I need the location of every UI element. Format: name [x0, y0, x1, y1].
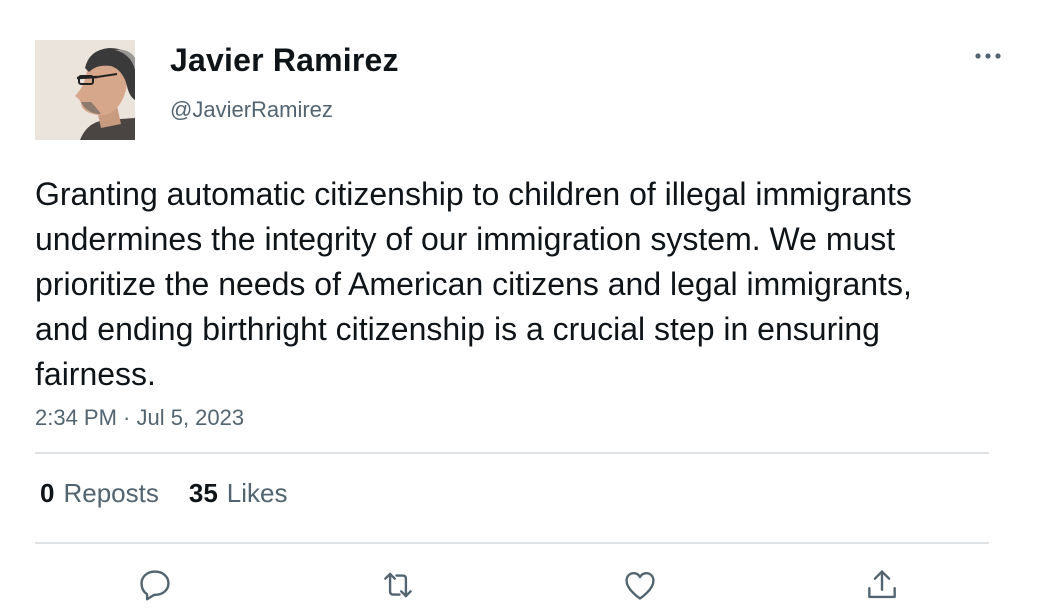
tweet-timestamp[interactable]: 2:34 PM · Jul 5, 2023 [35, 405, 244, 431]
reposts-label: Reposts [63, 478, 159, 508]
avatar-portrait [35, 40, 135, 140]
likes-count: 35 [188, 478, 218, 508]
divider [35, 542, 989, 544]
avatar[interactable] [35, 40, 135, 140]
reposts-count: 0 [40, 478, 55, 508]
repost-icon[interactable] [379, 566, 417, 604]
tweet-text: Granting automatic citizenship to childr… [35, 176, 912, 392]
likes-stat[interactable]: 35 Likes [189, 478, 288, 509]
engagement-stats: 0 Reposts 35 Likes [40, 478, 287, 509]
reposts-stat[interactable]: 0 Reposts [40, 478, 159, 509]
like-icon[interactable] [621, 566, 659, 604]
author-handle[interactable]: @JavierRamirez [170, 97, 333, 123]
divider [35, 452, 989, 454]
author-name[interactable]: Javier Ramirez [170, 42, 399, 79]
reply-icon[interactable] [136, 566, 174, 604]
more-options-icon[interactable] [972, 48, 1004, 64]
share-icon[interactable] [863, 566, 901, 604]
likes-label: Likes [226, 478, 288, 508]
